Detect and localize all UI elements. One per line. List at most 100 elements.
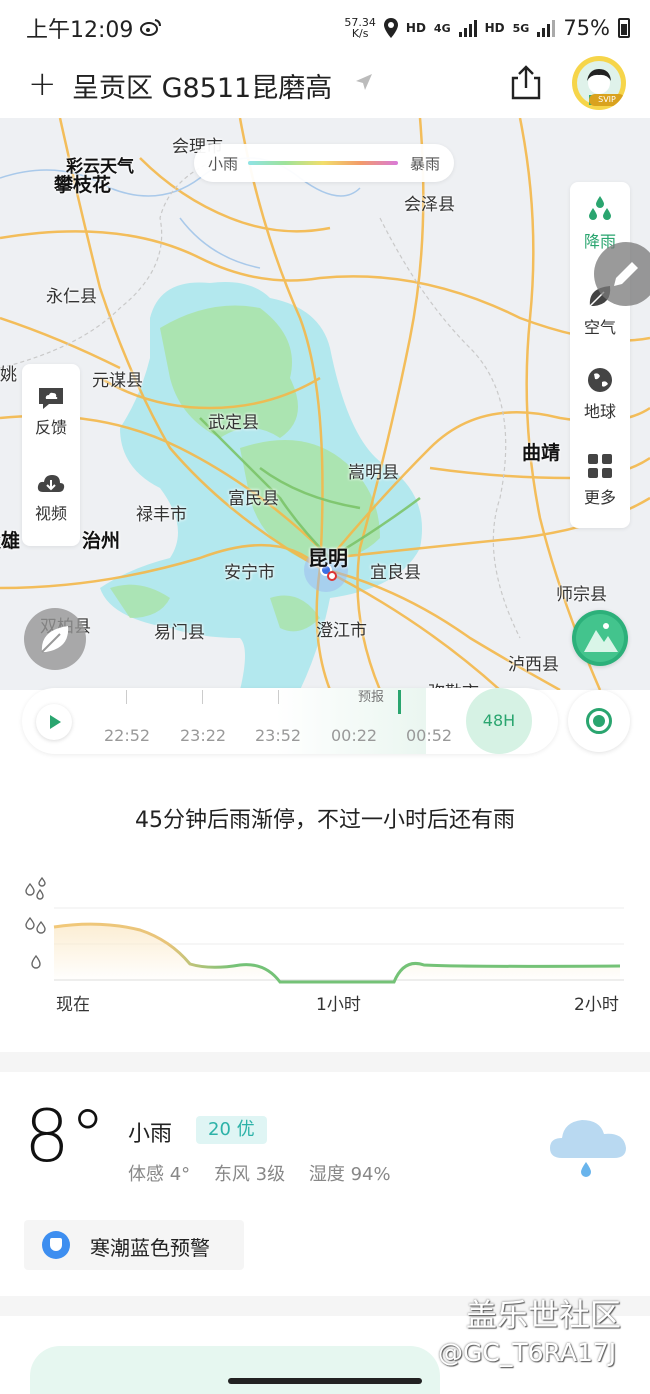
feels-like: 体感 4° [128,1164,191,1185]
radar-timeline[interactable]: 预报 22:52 23:22 23:52 00:22 00:52 48H [22,688,558,754]
pencil-icon [614,262,638,286]
layer-earth-button[interactable]: 地球 [570,366,630,422]
map-label: 会泽县 [404,195,455,215]
timeline-time: 00:22 [331,726,378,745]
video-button[interactable]: 视频 [22,472,80,524]
add-city-button[interactable]: + [28,64,57,104]
map-label: 禄丰市 [136,505,187,525]
map-label: 元谋县 [92,371,143,391]
weather-app-screen: 上午12:09 57.34 K/s HD 4G HD 5G 75% + 呈贡区 … [0,0,650,1394]
globe-icon [588,368,612,392]
alert-shield-icon [42,1231,70,1259]
locate-button[interactable] [568,690,630,752]
timeline-tick [126,690,127,704]
map-label: 曲靖 [522,442,561,464]
aqi-badge[interactable]: 20 优 [196,1116,267,1144]
net-speed-unit: K/s [351,27,369,40]
air-quality-button[interactable] [24,608,86,670]
map-label: 武定县 [208,413,259,433]
weather-alert-button[interactable]: 寒潮蓝色预警 [24,1220,244,1270]
feedback-label: 反馈 [34,418,67,437]
signal-icon-1 [458,19,477,37]
chart-x-label-1h: 1小时 [316,995,361,1015]
header: + 呈贡区 G8511昆磨高 SVIP [0,56,650,118]
watermark-title: 盖乐世社区 [466,1298,621,1334]
rain-summary: 45分钟后雨渐停，不过一小时后还有雨 [135,808,515,833]
layer-more-button[interactable]: 更多 [570,452,630,508]
timeline-cursor[interactable] [398,690,401,714]
drop-light-icon [31,954,41,969]
legend-max-label: 暴雨 [409,155,440,173]
chart-x-label-now: 现在 [56,995,90,1015]
map-label: 澄江市 [316,621,367,641]
grid-icon [588,454,612,478]
location-icon [383,18,398,38]
timeline-tick [202,690,203,704]
layer-more-label: 更多 [583,488,616,507]
weibo-icon [140,19,161,36]
share-icon[interactable] [510,64,542,100]
timeline-time: 23:22 [180,726,227,745]
avatar[interactable]: SVIP [572,56,626,110]
map-label: 楚雄 [0,530,21,552]
svip-badge: SVIP [589,94,625,106]
map-label: 攀枝花 [54,174,112,196]
map-layer-menu: 降雨 空气 地球 更多 [570,182,630,528]
next-card-preview [30,1346,440,1394]
signal-icon-2 [537,19,556,37]
navigation-arrow-icon [356,74,372,90]
edit-button[interactable] [594,242,650,306]
alert-text: 寒潮蓝色预警 [90,1236,210,1260]
left-tool-menu: 反馈 视频 [22,364,80,546]
hd-indicator-1: HD [405,21,426,35]
status-icons: 57.34 K/s HD 4G HD 5G 75% [344,12,630,44]
leaf-icon [41,626,69,653]
rain-drops-icon [589,196,611,220]
map-label: 嵩明县 [348,463,399,483]
scenery-button[interactable] [572,610,628,666]
home-indicator[interactable] [228,1378,422,1384]
video-label: 视频 [34,504,67,523]
feedback-button[interactable]: 反馈 [22,386,80,438]
map-label: 泸西县 [508,655,559,675]
timeline-time: 23:52 [255,726,302,745]
forecast-label: 预报 [358,690,385,705]
location-title[interactable]: 呈贡区 G8511昆磨高 [72,66,332,105]
map-background [0,118,650,690]
status-time: 上午12:09 [26,18,134,43]
map-label: 富民县 [228,489,279,509]
timeline-tick [278,690,279,704]
drop-heavy-icon [25,876,46,900]
chart-x-label-2h: 2小时 [574,995,619,1015]
light-rain-icon [550,1120,626,1177]
legend-min-label: 小雨 [208,155,239,173]
timeline-time: 22:52 [104,726,151,745]
layer-air-label: 空气 [583,318,616,337]
timeline-time: 00:52 [406,726,453,745]
humidity: 湿度 94% [308,1164,391,1185]
range-48h-button[interactable]: 48H [466,688,532,754]
status-bar: 上午12:09 57.34 K/s HD 4G HD 5G 75% [0,0,650,56]
map-label: 师宗县 [556,585,607,605]
layer-earth-label: 地球 [583,402,616,421]
network-4g: 4G [433,21,451,35]
legend-gradient [248,161,398,165]
map-label-kunming: 昆明 [308,546,348,570]
rain-curve-fill [54,924,620,982]
map-label: 安宁市 [224,563,275,583]
mountain-icon [576,614,624,662]
hd-indicator-2: HD [484,21,505,35]
weather-details: 体感 4° 东风 3级 湿度 94% [128,1160,409,1186]
wind: 东风 3级 [213,1164,286,1185]
map-label: 宜良县 [370,563,421,583]
network-5g: 5G [512,21,530,35]
play-button[interactable] [36,704,72,740]
rain-intensity-legend: 小雨 暴雨 [194,144,454,182]
current-temperature: 8° [24,1094,106,1178]
section-divider [0,1052,650,1072]
map-label: 永仁县 [46,287,97,307]
current-condition: 小雨 [128,1122,173,1147]
battery-percent: 75% [563,16,610,40]
battery-icon [618,18,630,38]
radar-map[interactable]: 会理市 彩云天气 攀枝花 会泽县 永仁县 姚 元谋县 武定县 曲靖 嵩明县 富民… [0,118,650,690]
